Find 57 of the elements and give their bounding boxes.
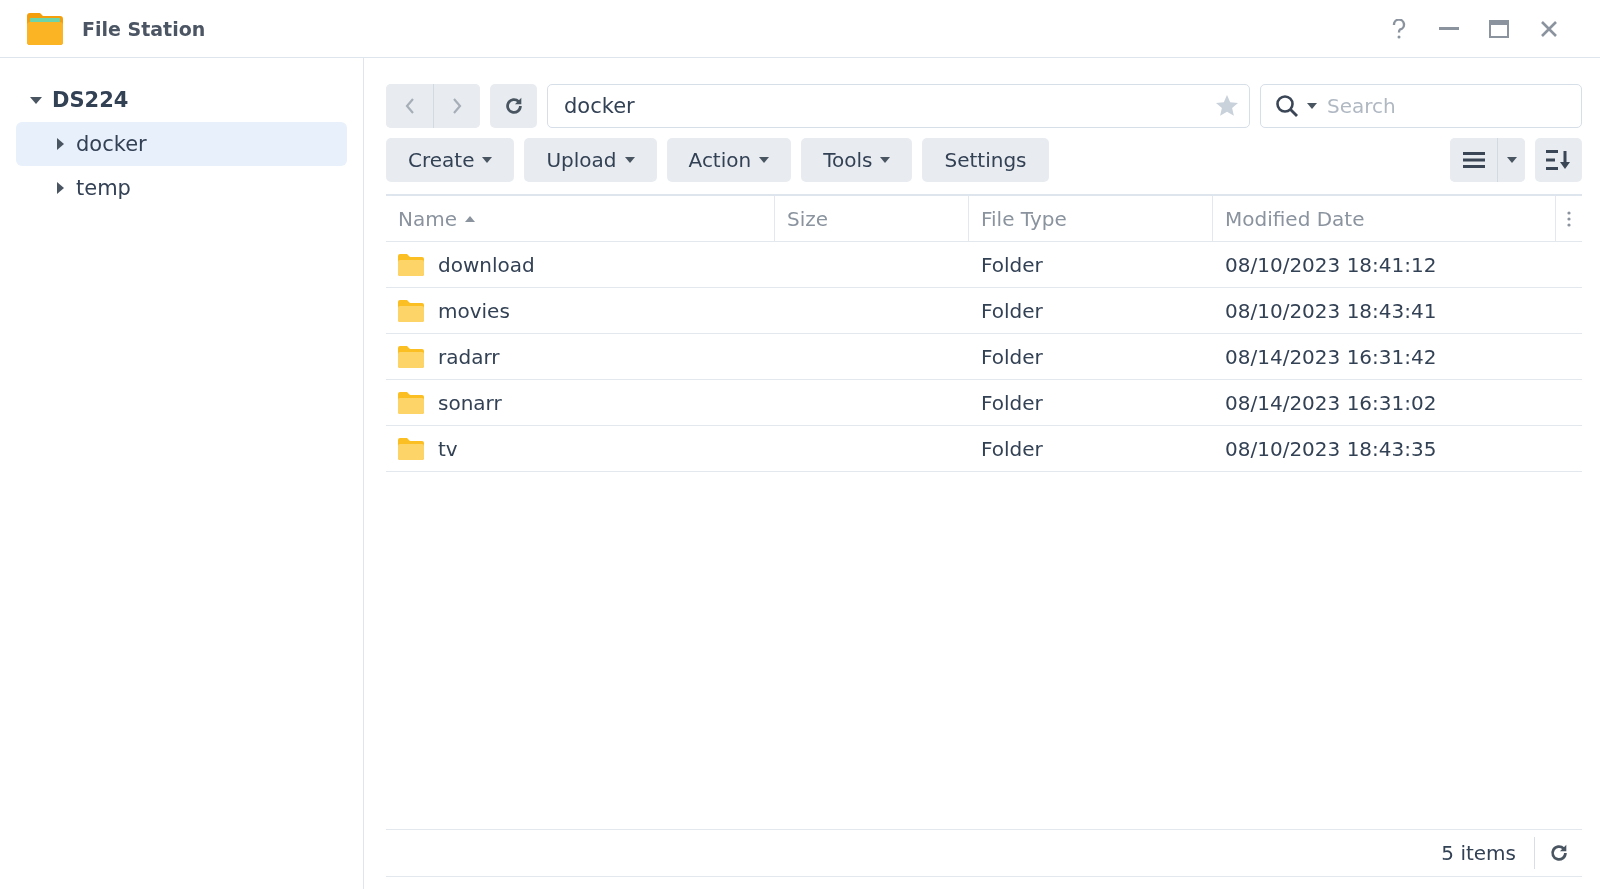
modified-date: 08/10/2023 18:43:41 bbox=[1225, 298, 1437, 323]
tree-item[interactable]: temp bbox=[16, 166, 347, 210]
collapsed-arrow-icon[interactable] bbox=[54, 182, 66, 194]
folder-app-icon bbox=[26, 11, 64, 46]
folder-icon bbox=[398, 345, 424, 368]
modified-date: 08/14/2023 16:31:02 bbox=[1225, 390, 1437, 415]
tree-item[interactable]: docker bbox=[16, 122, 347, 166]
file-type: Folder bbox=[981, 344, 1043, 369]
toolbar-button[interactable]: Create bbox=[386, 138, 515, 182]
folder-icon bbox=[398, 253, 424, 276]
file-type: Folder bbox=[981, 390, 1043, 415]
caret-icon bbox=[759, 157, 770, 163]
file-type: Folder bbox=[981, 298, 1043, 323]
file-name[interactable]: sonarr bbox=[438, 390, 502, 415]
window-title: File Station bbox=[82, 17, 207, 40]
file-name[interactable]: movies bbox=[438, 298, 510, 323]
chevron-left-icon bbox=[404, 97, 415, 115]
search-field[interactable]: Search bbox=[1325, 93, 1567, 119]
folder-icon bbox=[398, 391, 424, 414]
search-icon bbox=[1275, 94, 1299, 118]
file-type: Folder bbox=[981, 436, 1043, 461]
path-field[interactable]: docker bbox=[547, 84, 1250, 128]
help-icon bbox=[1392, 18, 1406, 39]
view-menu-button[interactable] bbox=[1497, 138, 1525, 182]
toolbar-button[interactable]: Tools bbox=[801, 138, 913, 182]
star-icon[interactable] bbox=[1215, 94, 1239, 118]
tree-item[interactable]: DS224 bbox=[16, 78, 347, 122]
toolbar-button[interactable]: Action bbox=[666, 138, 792, 182]
expanded-arrow-icon[interactable] bbox=[30, 94, 42, 106]
item-count: 5 items bbox=[1441, 837, 1535, 869]
file-name[interactable]: radarr bbox=[438, 344, 500, 369]
close-icon bbox=[1540, 19, 1558, 38]
toolbar-button[interactable]: Settings bbox=[922, 138, 1049, 182]
caret-icon bbox=[624, 157, 635, 163]
caret-icon bbox=[1307, 103, 1317, 109]
file-name[interactable]: download bbox=[438, 252, 535, 277]
caret-icon bbox=[482, 157, 493, 163]
caret-icon bbox=[880, 157, 891, 163]
toolbar-button[interactable]: Upload bbox=[524, 138, 657, 182]
chevron-right-icon bbox=[452, 97, 462, 115]
folder-icon bbox=[398, 299, 424, 322]
sort-up-icon bbox=[465, 215, 475, 222]
collapsed-arrow-icon[interactable] bbox=[54, 138, 66, 150]
minimize-icon bbox=[1439, 27, 1459, 30]
list-icon bbox=[1462, 152, 1485, 168]
modified-date: 08/10/2023 18:41:12 bbox=[1225, 252, 1437, 277]
caret-icon bbox=[1506, 157, 1517, 163]
modified-date: 08/10/2023 18:43:35 bbox=[1225, 436, 1437, 461]
more-icon[interactable] bbox=[1567, 210, 1571, 227]
maximize-icon bbox=[1489, 19, 1509, 38]
sort-icon bbox=[1545, 150, 1572, 170]
modified-date: 08/14/2023 16:31:42 bbox=[1225, 344, 1437, 369]
folder-icon bbox=[398, 437, 424, 460]
file-type: Folder bbox=[981, 252, 1043, 277]
file-name[interactable]: tv bbox=[438, 436, 458, 461]
search-field[interactable]: Search bbox=[1260, 84, 1582, 128]
path-field[interactable]: docker bbox=[562, 93, 1215, 119]
